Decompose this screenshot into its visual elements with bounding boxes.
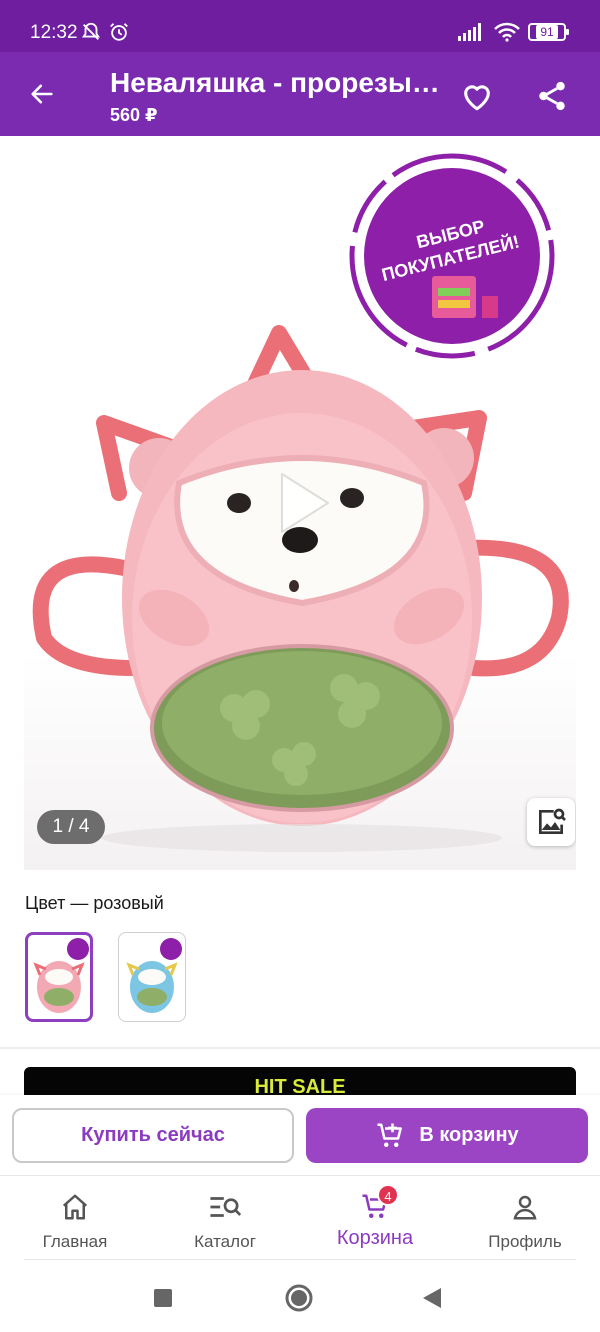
- image-search-icon: [539, 808, 566, 834]
- status-icons-left: [80, 21, 130, 43]
- signal-icon: [458, 23, 481, 41]
- swatch-blue-image: [126, 938, 182, 1013]
- favorite-button[interactable]: [455, 74, 499, 118]
- product-title: Неваляшка - прорезыватель: [110, 67, 440, 98]
- notifications-off-icon: [81, 22, 101, 40]
- nav-item-catalog[interactable]: Каталог: [160, 1176, 290, 1262]
- add-to-cart-label: В корзину: [419, 1124, 519, 1146]
- nav-label-profile: Профиль: [488, 1232, 562, 1251]
- search-by-image-button[interactable]: [527, 798, 575, 846]
- nav-divider: [24, 1259, 576, 1260]
- nav-item-cart[interactable]: 4 Корзина: [310, 1176, 440, 1262]
- triangle-back-icon: [423, 1288, 441, 1308]
- share-button[interactable]: [530, 74, 574, 118]
- nav-item-home[interactable]: Главная: [10, 1176, 140, 1262]
- circle-icon: [285, 1284, 313, 1312]
- buy-now-button[interactable]: Купить сейчас: [12, 1108, 294, 1163]
- page-indicator: 1 / 4: [37, 810, 105, 844]
- home-icon: [60, 1192, 90, 1222]
- color-label: Цвет — розовый: [25, 893, 164, 913]
- action-bar: Купить сейчас В корзину: [0, 1095, 600, 1175]
- heart-icon: [464, 85, 490, 111]
- profile-icon: [510, 1192, 540, 1222]
- product-price: 560 ₽: [110, 105, 158, 125]
- status-icons-right: 91: [458, 22, 569, 42]
- battery-icon: 91: [528, 23, 569, 41]
- cart-add-icon: [377, 1123, 403, 1147]
- home-system-button[interactable]: [281, 1280, 317, 1316]
- swatch-pink-image: [33, 938, 89, 1013]
- nav-label-home: Главная: [42, 1232, 108, 1251]
- back-system-button[interactable]: [414, 1280, 450, 1316]
- cart-icon: 4: [359, 1184, 399, 1222]
- app-bar: Неваляшка - прорезыватель 560 ₽: [0, 52, 600, 136]
- square-icon: [154, 1289, 172, 1307]
- status-time: 12:32: [30, 22, 78, 43]
- share-icon: [539, 81, 565, 111]
- nav-label-catalog: Каталог: [194, 1232, 256, 1251]
- buy-now-label: Купить сейчас: [81, 1124, 225, 1146]
- alarm-icon: [110, 23, 128, 41]
- wifi-icon: [494, 22, 520, 42]
- recent-apps-button[interactable]: [145, 1280, 181, 1316]
- play-video-icon[interactable]: [274, 468, 334, 538]
- back-button[interactable]: [20, 72, 64, 116]
- bottom-navigation: Главная Каталог 4 Корзина Профиль: [0, 1175, 600, 1261]
- add-to-cart-button[interactable]: В корзину: [306, 1108, 588, 1163]
- battery-level: 91: [536, 25, 558, 39]
- color-swatch-blue[interactable]: [118, 932, 186, 1022]
- catalog-search-icon: [208, 1192, 242, 1222]
- nav-item-profile[interactable]: Профиль: [460, 1176, 590, 1262]
- cart-count-badge: 4: [377, 1184, 399, 1206]
- nav-label-cart: Корзина: [336, 1227, 414, 1249]
- status-bar: 12:32 91: [0, 0, 600, 52]
- color-swatch-pink[interactable]: [25, 932, 93, 1022]
- section-divider: [0, 1047, 600, 1049]
- arrow-back-icon: [31, 84, 53, 104]
- product-image-gallery[interactable]: ВЫБОР ПОКУПАТЕЛЕЙ! 1 / 4: [24, 148, 576, 870]
- system-navigation-bar: [0, 1262, 600, 1332]
